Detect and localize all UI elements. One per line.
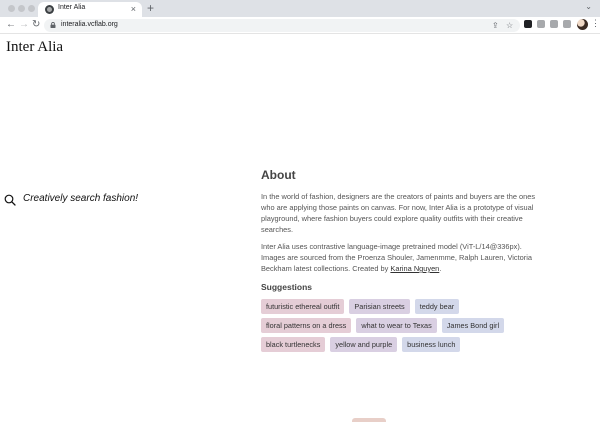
tab-title: Inter Alia (58, 4, 86, 11)
sidebar-icon[interactable] (563, 20, 571, 28)
suggestion-row: floral patterns on a dress what to wear t… (261, 318, 541, 333)
about-paragraph-1: In the world of fashion, designers are t… (261, 192, 536, 234)
suggestion-chip[interactable]: business lunch (402, 337, 461, 352)
footer-tab[interactable] (352, 418, 386, 422)
extension-a-icon[interactable] (524, 20, 532, 28)
suggestion-chip[interactable]: futuristic ethereal outfit (261, 299, 345, 314)
suggestion-chip[interactable]: teddy bear (414, 299, 460, 314)
url-text: interalia.vcflab.org (61, 21, 118, 28)
window-zoom-control[interactable] (28, 5, 35, 12)
address-bar[interactable]: interalia.vcflab.org ⇪ ☆ (44, 19, 520, 32)
chevron-down-icon[interactable]: ⌄ (585, 2, 592, 11)
suggestion-chip[interactable]: what to wear to Texas (356, 318, 437, 333)
tab-strip: Inter Alia × + ⌄ (0, 0, 600, 17)
forward-button[interactable]: → (19, 18, 29, 32)
new-tab-button[interactable]: + (147, 1, 154, 15)
about-heading: About (261, 168, 296, 182)
close-icon[interactable]: × (131, 3, 136, 15)
share-icon[interactable]: ⇪ (492, 20, 499, 31)
suggestion-chip[interactable]: floral patterns on a dress (261, 318, 352, 333)
suggestion-chip[interactable]: black turtlenecks (261, 337, 326, 352)
suggestion-row: black turtlenecks yellow and purple busine… (261, 337, 541, 352)
site-title[interactable]: Inter Alia (6, 39, 63, 56)
window-minimize-control[interactable] (18, 5, 25, 12)
page-content: Inter Alia Creatively search fashion! Ab… (0, 34, 600, 422)
lock-icon (50, 22, 56, 28)
about-section: About In the world of fashion, designers… (261, 168, 541, 356)
suggestion-row: futuristic ethereal outfit Parisian stree… (261, 299, 541, 314)
reload-button[interactable]: ↻ (32, 18, 40, 32)
browser-tab[interactable]: Inter Alia × (38, 2, 142, 17)
extension-b-icon[interactable] (537, 20, 545, 28)
author-link[interactable]: Karina Nguyen (390, 264, 439, 273)
suggestion-chip[interactable]: yellow and purple (330, 337, 398, 352)
suggestions-list: futuristic ethereal outfit Parisian stree… (261, 299, 541, 352)
browser-chrome: Inter Alia × + ⌄ ← → ↻ interalia.vcflab.… (0, 0, 600, 34)
bookmark-star-icon[interactable]: ☆ (506, 20, 513, 31)
window-close-control[interactable] (8, 5, 15, 12)
about-paragraph-2-end: . (439, 264, 442, 273)
profile-avatar[interactable] (577, 19, 588, 30)
puzzle-icon[interactable] (550, 20, 558, 28)
suggestion-chip[interactable]: Parisian streets (349, 299, 410, 314)
suggestions-heading: Suggestions (261, 282, 313, 292)
search-input[interactable]: Creatively search fashion! (23, 193, 138, 204)
back-button[interactable]: ← (6, 18, 16, 32)
browser-toolbar: ← → ↻ interalia.vcflab.org ⇪ ☆ ⋮ (0, 17, 600, 34)
about-paragraph-2: Inter Alia uses contrastive language-ima… (261, 241, 541, 274)
search-icon (4, 194, 16, 206)
suggestion-chip[interactable]: James Bond girl (441, 318, 505, 333)
globe-icon (45, 5, 54, 14)
browser-menu-icon[interactable]: ⋮ (591, 18, 600, 29)
